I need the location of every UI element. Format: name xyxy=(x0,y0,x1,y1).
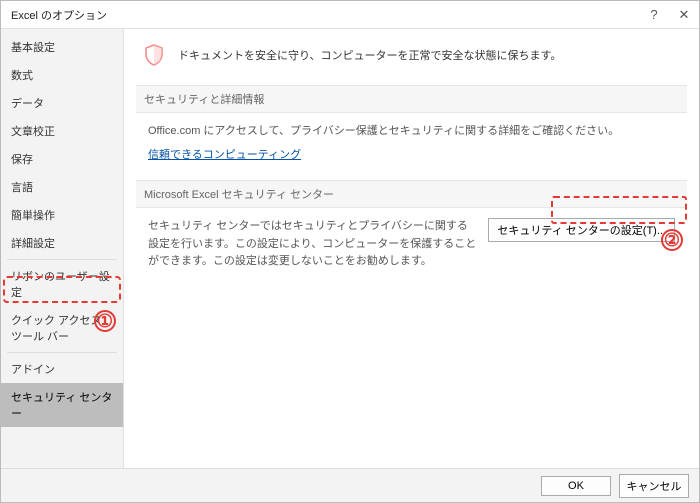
section2-header: Microsoft Excel セキュリティ センター xyxy=(136,180,687,208)
section2-text: セキュリティ センターではセキュリティとプライバシーに関する設定を行います。この… xyxy=(148,218,478,271)
annotation-callout-2: ② xyxy=(661,229,683,251)
sidebar-item-addins[interactable]: アドイン xyxy=(1,355,123,383)
help-icon[interactable]: ? xyxy=(639,1,669,29)
intro-text: ドキュメントを安全に守り、コンピューターを正常で安全な状態に保ちます。 xyxy=(178,47,561,63)
sidebar-item-ribbon[interactable]: リボンのユーザー設定 xyxy=(1,262,123,306)
annotation-callout-1: ① xyxy=(94,310,116,332)
sidebar-item-proofing[interactable]: 文章校正 xyxy=(1,117,123,145)
titlebar: Excel のオプション ? ✕ xyxy=(1,1,699,29)
close-icon[interactable]: ✕ xyxy=(669,1,699,29)
section1-header: セキュリティと詳細情報 xyxy=(136,85,687,113)
sidebar-item-accessibility[interactable]: 簡単操作 xyxy=(1,201,123,229)
sidebar-item-general[interactable]: 基本設定 xyxy=(1,33,123,61)
dialog-footer: OK キャンセル xyxy=(1,468,699,502)
sidebar: 基本設定 数式 データ 文章校正 保存 言語 簡単操作 詳細設定 リボンのユーザ… xyxy=(1,29,124,470)
content-pane: ドキュメントを安全に守り、コンピューターを正常で安全な状態に保ちます。 セキュリ… xyxy=(124,29,699,470)
trust-center-settings-button[interactable]: セキュリティ センターの設定(T)... xyxy=(488,218,675,242)
cancel-button[interactable]: キャンセル xyxy=(619,474,689,498)
window-title: Excel のオプション xyxy=(11,7,107,23)
sidebar-item-formulas[interactable]: 数式 xyxy=(1,61,123,89)
sidebar-item-advanced[interactable]: 詳細設定 xyxy=(1,229,123,257)
sidebar-item-save[interactable]: 保存 xyxy=(1,145,123,173)
sidebar-item-language[interactable]: 言語 xyxy=(1,173,123,201)
sidebar-item-trustcenter[interactable]: セキュリティ センター xyxy=(1,383,123,427)
section1-text: Office.com にアクセスして、プライバシー保護とセキュリティに関する詳細… xyxy=(148,123,675,141)
shield-icon xyxy=(142,43,166,67)
trusted-computing-link[interactable]: 信頼できるコンピューティング xyxy=(148,147,301,165)
ok-button[interactable]: OK xyxy=(541,476,611,496)
sidebar-item-data[interactable]: データ xyxy=(1,89,123,117)
